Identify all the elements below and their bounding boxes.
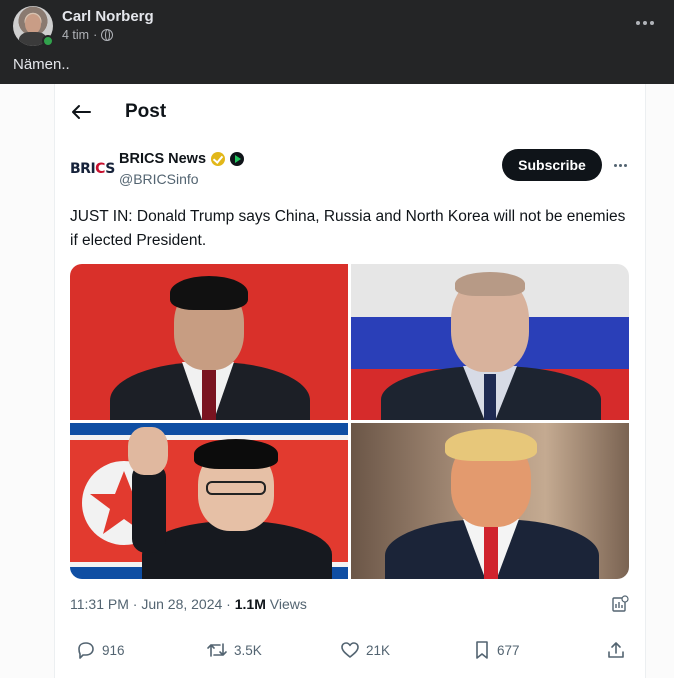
back-arrow-icon: [72, 105, 91, 119]
photo-china: [70, 264, 348, 420]
repost-action: 3.5K: [206, 640, 262, 660]
meta-separator: ·: [93, 28, 98, 42]
facebook-post-header: Carl Norberg 4 tim · Nämen..: [0, 0, 674, 84]
bookmark-action: 677: [473, 640, 520, 660]
photo-grid: [70, 264, 629, 579]
like-icon: [341, 642, 359, 658]
tweet-timestamp[interactable]: 11:31 PM · Jun 28, 2024 · 1.1M Views: [70, 596, 307, 612]
globe-icon[interactable]: [101, 29, 114, 41]
like-count: 21K: [366, 642, 391, 658]
reply-action: 916: [76, 640, 125, 660]
logo-text-suffix: S: [105, 161, 115, 177]
post-time[interactable]: 4 tim: [62, 28, 89, 42]
photo-north-korea: [70, 423, 348, 579]
account-name-row: BRICS News: [119, 151, 245, 167]
share-action: [606, 640, 626, 660]
photo-figure-arm: [132, 463, 166, 553]
reply-icon: [78, 642, 94, 659]
more-dot: [618, 163, 622, 167]
photo-figure-hand: [128, 427, 168, 475]
logo-text-prefix: BRI: [70, 161, 96, 177]
photo-figure-hair: [445, 429, 537, 461]
photo-russia: [351, 264, 629, 420]
account-handle: @BRICSinfo: [119, 171, 199, 187]
photo-figure-hair: [455, 272, 525, 296]
brics-logo: BRICS: [70, 161, 115, 177]
more-dot: [650, 21, 654, 25]
verified-icon: [211, 152, 226, 166]
bookmark-count: 677: [497, 642, 520, 658]
page-title: Post: [125, 101, 167, 122]
share-icon: [608, 642, 624, 658]
photo-figure-glasses: [206, 481, 266, 495]
author-name[interactable]: Carl Norberg: [62, 8, 154, 25]
logo-text-c: C: [95, 161, 106, 177]
subscribe-button: Subscribe: [502, 149, 602, 181]
more-dot: [613, 163, 617, 167]
avatar-face: [25, 14, 41, 34]
account-display-name: BRICS News: [119, 151, 207, 167]
views-count: 1.1M: [234, 596, 266, 612]
repost-count: 3.5K: [234, 642, 262, 658]
timestamp-text: 11:31 PM · Jun 28, 2024 ·: [70, 596, 235, 612]
photo-figure-hair: [194, 439, 278, 469]
more-dot: [623, 163, 627, 167]
photo-figure-hair: [170, 276, 248, 310]
flag-stripe-blue: [70, 423, 348, 435]
photo-figure-tie: [202, 370, 216, 420]
like-action: 21K: [340, 640, 390, 660]
shared-image[interactable]: Post BRICS BRICS News @BRICSinfo Subscri…: [0, 84, 674, 678]
post-meta: 4 tim ·: [62, 28, 114, 42]
tweet-more-icon: [611, 156, 629, 174]
more-options-button[interactable]: [632, 10, 658, 36]
reply-count: 916: [102, 642, 125, 658]
bookmark-icon: [476, 641, 488, 659]
post-caption: Nämen..: [13, 56, 70, 73]
analytics-icon: [612, 595, 629, 612]
online-status-icon: [42, 35, 54, 47]
tweet-card: Post BRICS BRICS News @BRICSinfo Subscri…: [54, 84, 646, 678]
photo-usa: [351, 423, 629, 579]
tweet-text: JUST IN: Donald Trump says China, Russia…: [70, 208, 626, 249]
views-label: Views: [265, 596, 307, 612]
more-icon: [636, 21, 640, 25]
repost-icon: [207, 643, 227, 657]
photo-figure-tie: [484, 374, 496, 420]
photo-figure-tie: [484, 527, 498, 579]
more-dot: [643, 21, 647, 25]
tweet-actions: 916 3.5K 21K 677: [70, 640, 630, 666]
affiliate-badge-icon: [230, 152, 245, 166]
